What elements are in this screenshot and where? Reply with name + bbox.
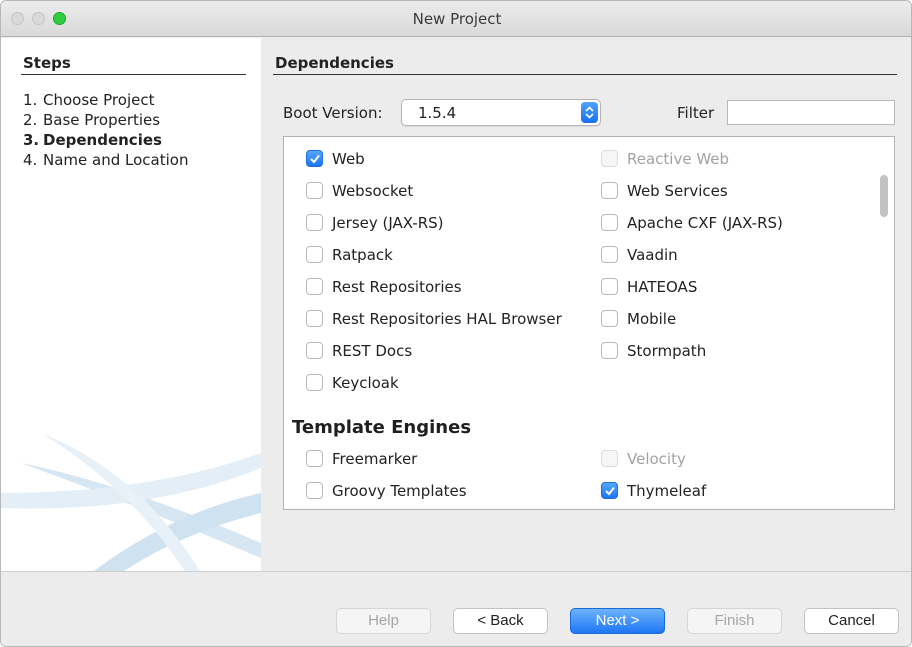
- checkbox-checked-icon[interactable]: [306, 150, 323, 167]
- checkbox-icon[interactable]: [601, 310, 618, 327]
- filter-label: Filter: [677, 104, 715, 122]
- checkbox-icon[interactable]: [306, 246, 323, 263]
- dependency-label: HATEOAS: [627, 278, 698, 296]
- checkbox-icon[interactable]: [306, 342, 323, 359]
- steps-title: Steps: [23, 54, 71, 72]
- select-arrows-icon: [581, 102, 598, 123]
- dependency-label: Rest Repositories: [332, 278, 462, 296]
- dependency-label: Keycloak: [332, 374, 399, 392]
- checkbox-icon[interactable]: [601, 182, 618, 199]
- scrollbar-thumb[interactable]: [880, 175, 888, 217]
- dependency-label: Reactive Web: [627, 150, 730, 168]
- dependency-label: Velocity: [627, 450, 686, 468]
- checkbox-icon[interactable]: [306, 182, 323, 199]
- dependency-label: Freemarker: [332, 450, 418, 468]
- dependency-label: Groovy Templates: [332, 482, 467, 500]
- boot-version-select[interactable]: 1.5.4: [401, 99, 601, 126]
- step-label: Dependencies: [43, 131, 162, 149]
- step-number: 1.: [23, 91, 38, 109]
- boot-version-value: 1.5.4: [418, 104, 457, 122]
- checkbox-icon[interactable]: [601, 214, 618, 231]
- dependency-label: Mobile: [627, 310, 677, 328]
- checkbox-icon[interactable]: [306, 450, 323, 467]
- checkbox-icon[interactable]: [306, 374, 323, 391]
- dependency-label: Web: [332, 150, 365, 168]
- dependency-label: Jersey (JAX-RS): [332, 214, 444, 232]
- checkbox-icon[interactable]: [306, 214, 323, 231]
- finish-button[interactable]: Finish: [687, 608, 782, 634]
- dependency-label: Apache CXF (JAX-RS): [627, 214, 783, 232]
- dependencies-list: Web Reactive Web Websocket Web Services …: [283, 136, 895, 510]
- filter-input[interactable]: [727, 100, 895, 125]
- decorative-swoosh-graphic: [1, 433, 261, 571]
- step-item-dependencies: 3. Dependencies: [23, 130, 188, 150]
- cancel-button[interactable]: Cancel: [804, 608, 899, 634]
- steps-list: 1. Choose Project 2. Base Properties 3. Dep…: [23, 90, 188, 170]
- dependency-label: Stormpath: [627, 342, 707, 360]
- dependency-label: Thymeleaf: [627, 482, 707, 500]
- dependency-label: REST Docs: [332, 342, 413, 360]
- page-title: Dependencies: [275, 54, 394, 72]
- dependency-label: Ratpack: [332, 246, 393, 264]
- help-button[interactable]: Help: [336, 608, 431, 634]
- step-item-choose-project: 1. Choose Project: [23, 90, 188, 110]
- step-label: Choose Project: [43, 91, 155, 109]
- checkbox-checked-icon[interactable]: [601, 482, 618, 499]
- checkbox-disabled-icon: [601, 150, 618, 167]
- window-title: New Project: [412, 10, 502, 28]
- checkbox-icon[interactable]: [306, 278, 323, 295]
- step-number: 3.: [23, 131, 40, 149]
- step-label: Name and Location: [43, 151, 189, 169]
- back-button[interactable]: < Back: [453, 608, 548, 634]
- dependencies-panel: Dependencies Boot Version: 1.5.4 Filter …: [261, 38, 911, 571]
- checkbox-icon[interactable]: [601, 342, 618, 359]
- boot-version-label: Boot Version:: [283, 104, 383, 122]
- section-heading-template-engines: Template Engines: [292, 417, 472, 438]
- step-item-name-and-location: 4. Name and Location: [23, 150, 188, 170]
- dependency-label: Web Services: [627, 182, 728, 200]
- dependency-label: Rest Repositories HAL Browser: [332, 310, 562, 328]
- step-label: Base Properties: [43, 111, 161, 129]
- checkbox-icon[interactable]: [601, 246, 618, 263]
- button-bar: Help < Back Next > Finish Cancel: [1, 571, 911, 646]
- steps-divider: [21, 74, 246, 75]
- checkbox-icon[interactable]: [306, 482, 323, 499]
- checkbox-icon[interactable]: [601, 278, 618, 295]
- dependency-label: Websocket: [332, 182, 414, 200]
- title-divider: [273, 74, 897, 75]
- new-project-window: New Project Steps 1. Choose Project 2. Bas…: [0, 0, 912, 647]
- steps-panel: Steps 1. Choose Project 2. Base Properties…: [1, 38, 261, 571]
- dependency-label: Vaadin: [627, 246, 678, 264]
- step-item-base-properties: 2. Base Properties: [23, 110, 188, 130]
- title-bar: New Project: [1, 1, 911, 37]
- step-number: 2.: [23, 111, 38, 129]
- checkbox-disabled-icon: [601, 450, 618, 467]
- checkbox-icon[interactable]: [306, 310, 323, 327]
- next-button[interactable]: Next >: [570, 608, 665, 634]
- step-number: 4.: [23, 151, 38, 169]
